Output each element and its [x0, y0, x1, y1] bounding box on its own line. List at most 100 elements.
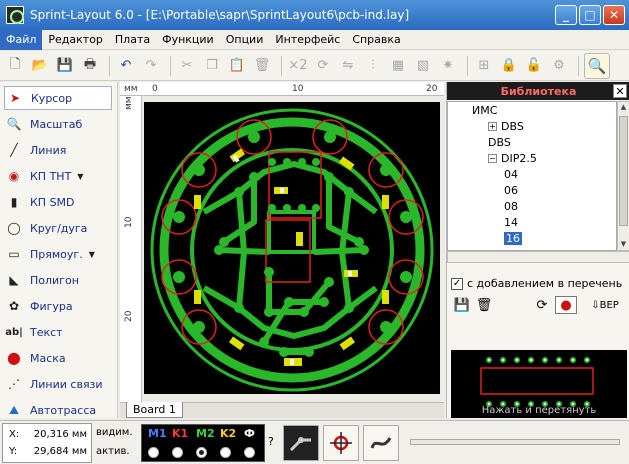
tree-node[interactable]: ИМС — [472, 104, 497, 117]
undo-icon[interactable]: ↶ — [115, 55, 137, 77]
tree-node[interactable]: + DBS — [488, 120, 524, 133]
tool-10[interactable]: ⬤ Маска — [4, 346, 112, 370]
layer-3-label[interactable]: K2 — [220, 427, 236, 440]
print-icon[interactable]: 🖶 — [79, 55, 101, 77]
tool-4[interactable]: ▮ КП SMD — [4, 190, 112, 214]
menu-bar: Файл Редактор Плата Функции Опции Интерфейс Сп… — [0, 29, 629, 50]
pcb-board[interactable] — [144, 102, 440, 394]
tree-vertical-scrollbar[interactable]: ▲ ▼ — [617, 101, 629, 251]
tool-9[interactable]: ab| Текст — [4, 320, 112, 344]
menu-4[interactable]: Опции — [220, 30, 270, 50]
library-delete-icon[interactable]: 🗑 — [475, 296, 493, 314]
sprint-layout-window: Sprint-Layout 6.0 - [E:\Portable\sapr\Sp… — [0, 0, 629, 464]
status-slider-track[interactable] — [410, 439, 620, 445]
tree-node-label: 04 — [504, 168, 518, 181]
tool-0[interactable]: ➤ Курсор — [4, 86, 112, 110]
library-refresh-icon[interactable]: ⟳ — [533, 296, 551, 314]
collapse-icon[interactable]: − — [488, 154, 497, 163]
add-to-list-checkbox[interactable]: ✓ — [451, 277, 463, 290]
tool-3[interactable]: ◉ КП ТНТ ▼ — [4, 164, 112, 188]
tree-node[interactable]: 14 — [504, 216, 518, 229]
magnifier-icon[interactable]: 🔍 — [584, 52, 610, 79]
scroll-down-icon[interactable]: ▼ — [618, 239, 629, 250]
text-icon: ab| — [5, 326, 23, 338]
layer-4-active-radio[interactable] — [244, 447, 255, 458]
snap-icon[interactable]: ✷ — [437, 55, 459, 77]
library-tree[interactable]: ИМС + DBS DBS − DIP2.5 04 06 08 14 16 — [447, 101, 617, 251]
duplicate-icon[interactable]: ×2 — [287, 55, 309, 77]
component-preview[interactable]: Нажать и перетянуть — [451, 350, 627, 418]
drc-icon[interactable]: ⚙ — [548, 55, 570, 77]
library-save-icon[interactable]: 💾 — [453, 296, 471, 314]
smd-pad-icon: ▮ — [10, 195, 18, 209]
maximize-button[interactable]: □ — [579, 5, 601, 25]
scroll-thumb[interactable] — [619, 116, 628, 226]
tree-node[interactable]: DBS — [488, 136, 511, 149]
tree-node[interactable]: 04 — [504, 168, 518, 181]
layer-1-label[interactable]: K1 — [172, 427, 188, 440]
align-icon[interactable]: ⫶ — [362, 55, 384, 77]
canvas-area[interactable]: мм 0 10 20 мм 10 20 Board 1 — [120, 82, 444, 418]
tool-7[interactable]: ◣ Полигон — [4, 268, 112, 292]
tool-1[interactable]: 🔍 Масштаб — [4, 112, 112, 136]
tool-2[interactable]: ╱ Линия — [4, 138, 112, 162]
menu-0[interactable]: Файл — [0, 29, 43, 50]
dropdown-arrow-icon[interactable]: ▼ — [77, 172, 83, 181]
board-tab[interactable]: Board 1 — [126, 402, 183, 418]
tool-6[interactable]: ▭ Прямоуг. ▼ — [4, 242, 112, 266]
copy-icon[interactable]: ❐ — [201, 55, 223, 77]
crosshair-button[interactable] — [323, 425, 359, 461]
open-folder-icon[interactable]: 📂 — [29, 55, 51, 77]
tree-node[interactable]: 08 — [504, 200, 518, 213]
cut-icon[interactable]: ✂ — [176, 55, 198, 77]
menu-1[interactable]: Редактор — [42, 30, 109, 50]
rotate-icon[interactable]: ⟳ — [312, 55, 334, 77]
menu-5[interactable]: Интерфейс — [269, 30, 346, 50]
dropdown-arrow-icon[interactable]: ▼ — [89, 250, 95, 259]
paste-icon[interactable]: 📋 — [226, 55, 248, 77]
tool-label: Полигон — [30, 273, 79, 287]
menu-3[interactable]: Функции — [156, 30, 220, 50]
lock-icon[interactable]: 🔒 — [498, 55, 520, 77]
expand-icon[interactable]: + — [488, 122, 497, 131]
component-icon[interactable]: ⊞ — [473, 55, 495, 77]
cursor-arrow-icon: ➤ — [9, 91, 21, 105]
library-tht-icon[interactable]: ● — [555, 296, 577, 314]
layer-3-active-radio[interactable] — [220, 447, 231, 458]
tool-label: Масштаб — [30, 117, 83, 131]
menu-6[interactable]: Справка — [346, 30, 406, 50]
unlock-icon[interactable]: 🔓 — [523, 55, 545, 77]
wire-tool-button[interactable] — [363, 425, 399, 461]
tree-node[interactable]: 16 — [504, 232, 522, 245]
ungroup-icon[interactable]: ▧ — [412, 55, 434, 77]
new-file-icon[interactable]: 🗋 — [4, 55, 26, 77]
tree-node[interactable]: − DIP2.5 — [488, 152, 537, 165]
tree-horizontal-scrollbar[interactable] — [447, 251, 629, 263]
layer-4-label[interactable]: Ф — [244, 427, 255, 440]
tool-label: Текст — [30, 325, 63, 339]
minimize-button[interactable]: _ — [555, 5, 577, 25]
layer-2-active-radio[interactable] — [196, 447, 207, 458]
add-to-list-checkbox-row[interactable]: ✓ с добавлением в перечень — [451, 277, 622, 290]
scroll-up-icon[interactable]: ▲ — [618, 102, 629, 113]
tool-5[interactable]: ◯ Круг/дуга — [4, 216, 112, 240]
library-close-button[interactable]: ✕ — [613, 84, 627, 98]
redo-icon[interactable]: ↷ — [140, 55, 162, 77]
layer-1-active-radio[interactable] — [172, 447, 183, 458]
tool-8[interactable]: ✿ Фигура — [4, 294, 112, 318]
close-button[interactable]: ✕ — [603, 5, 625, 25]
library-export-button[interactable]: ⇩ BEP — [583, 296, 627, 314]
layer-0-label[interactable]: M1 — [148, 427, 167, 440]
mirror-icon[interactable]: ⇋ — [337, 55, 359, 77]
help-icon[interactable]: ? — [268, 435, 274, 448]
layer-0-active-radio[interactable] — [148, 447, 159, 458]
menu-2[interactable]: Плата — [109, 30, 156, 50]
save-icon[interactable]: 💾 — [54, 55, 76, 77]
tool-12[interactable]: ⛰ Автотрасса — [4, 398, 112, 422]
tree-node[interactable]: 06 — [504, 184, 518, 197]
layer-2-label[interactable]: M2 — [196, 427, 215, 440]
delete-icon[interactable]: 🗑 — [251, 55, 273, 77]
group-icon[interactable]: ▦ — [387, 55, 409, 77]
tool-11[interactable]: ⋰ Линии связи — [4, 372, 112, 396]
pcb-mode-button[interactable] — [283, 425, 319, 461]
